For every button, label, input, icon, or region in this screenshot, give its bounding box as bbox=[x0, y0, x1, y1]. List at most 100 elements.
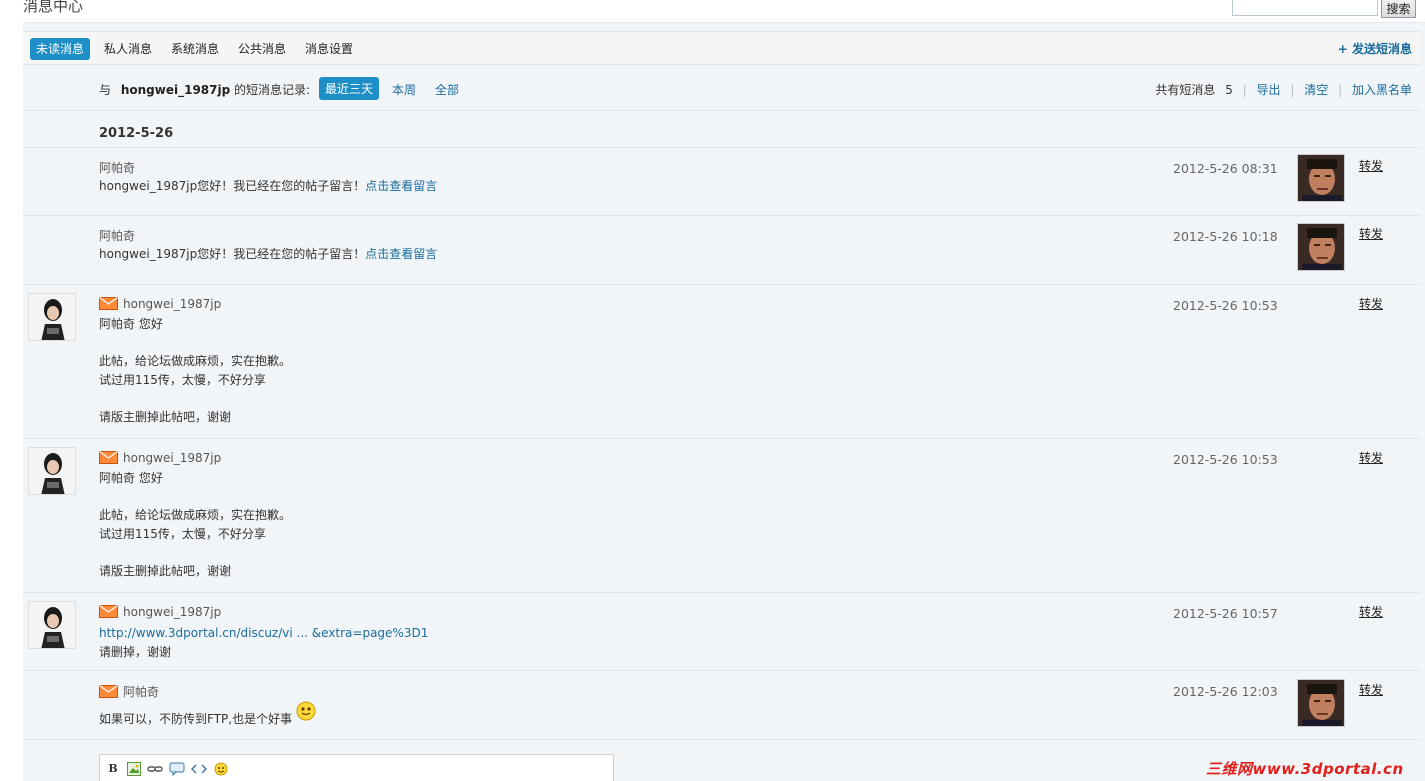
message-author: hongwei_1987jp bbox=[99, 451, 221, 465]
filter-prefix: 与 bbox=[99, 83, 112, 97]
envelope-icon bbox=[99, 685, 118, 698]
message-line: 此帖，给论坛做成麻烦，实在抱歉。 bbox=[99, 508, 292, 522]
message-body: http://www.3dportal.cn/discuz/vi ... &ex… bbox=[99, 624, 428, 661]
message-line: 请删掉，谢谢 bbox=[99, 644, 172, 659]
envelope-icon bbox=[99, 451, 118, 464]
message-time: 2012-5-26 10:53 bbox=[1173, 452, 1278, 467]
filter-actions: 共有短消息 5 | 导出 | 清空 | 加入黑名单 bbox=[1155, 83, 1412, 97]
message-body: 阿帕奇 您好 此帖，给论坛做成麻烦，实在抱歉。 试过用115传，太慢，不好分享 … bbox=[99, 315, 291, 426]
search-input[interactable] bbox=[1232, 0, 1378, 16]
top-bar: 消息中心 搜索 bbox=[0, 0, 1425, 22]
clear-link[interactable]: 清空 bbox=[1304, 83, 1328, 97]
bold-icon[interactable]: B bbox=[105, 762, 121, 776]
message-line: 此帖，给论坛做成麻烦，实在抱歉。 bbox=[99, 354, 292, 368]
envelope-icon bbox=[99, 297, 118, 310]
avatar-image bbox=[29, 448, 75, 494]
quote-icon[interactable] bbox=[169, 762, 185, 776]
tab-private[interactable]: 私人消息 bbox=[98, 38, 158, 60]
tab-settings[interactable]: 消息设置 bbox=[299, 38, 359, 60]
author-name: hongwei_1987jp bbox=[123, 451, 222, 465]
avatar-image bbox=[29, 294, 75, 340]
image-icon[interactable] bbox=[126, 762, 142, 776]
forward-link[interactable]: 转发 bbox=[1359, 603, 1383, 620]
message-time: 2012-5-26 10:18 bbox=[1173, 229, 1278, 244]
avatar-apache[interactable] bbox=[1297, 679, 1345, 727]
search-button[interactable]: 搜索 bbox=[1381, 0, 1416, 18]
forward-link[interactable]: 转发 bbox=[1359, 449, 1383, 466]
message-item: 阿帕奇 hongwei_1987jp您好！我已经在您的帖子留言！点击查看留言 2… bbox=[23, 149, 1420, 216]
smiley-icon[interactable] bbox=[213, 762, 229, 776]
author-name: hongwei_1987jp bbox=[123, 605, 222, 619]
avatar-apache[interactable] bbox=[1297, 154, 1345, 202]
message-line: 阿帕奇 您好 bbox=[99, 317, 163, 331]
message-line: 阿帕奇 您好 bbox=[99, 471, 163, 485]
avatar-hongwei[interactable] bbox=[28, 601, 76, 649]
author-name: 阿帕奇 bbox=[123, 685, 160, 699]
message-line: 请版主删掉此帖吧，谢谢 bbox=[99, 409, 232, 424]
message-item: hongwei_1987jp http://www.3dportal.cn/di… bbox=[23, 593, 1420, 671]
message-panel: 未读消息 私人消息 系统消息 公共消息 消息设置 + 发送短消息 与 hongw… bbox=[23, 22, 1425, 781]
filter-description: 与 hongwei_1987jp 的短消息记录: bbox=[99, 81, 310, 98]
avatar-hongwei[interactable] bbox=[28, 293, 76, 341]
avatar-image bbox=[29, 602, 75, 648]
filter-bar: 与 hongwei_1987jp 的短消息记录: 最近三天 本周 全部 共有短消… bbox=[23, 67, 1420, 111]
message-body: hongwei_1987jp您好！我已经在您的帖子留言！点击查看留言 bbox=[99, 177, 437, 196]
smiley-icon bbox=[296, 701, 316, 721]
view-comment-link[interactable]: 点击查看留言 bbox=[365, 247, 437, 261]
message-item: 阿帕奇 hongwei_1987jp您好！我已经在您的帖子留言！点击查看留言 2… bbox=[23, 216, 1420, 285]
forward-link[interactable]: 转发 bbox=[1359, 681, 1383, 698]
message-time: 2012-5-26 10:57 bbox=[1173, 606, 1278, 621]
forward-link[interactable]: 转发 bbox=[1359, 225, 1383, 242]
tab-public[interactable]: 公共消息 bbox=[232, 38, 292, 60]
tab-bar: 未读消息 私人消息 系统消息 公共消息 消息设置 + 发送短消息 bbox=[23, 31, 1420, 65]
avatar-apache[interactable] bbox=[1297, 223, 1345, 271]
date-heading: 2012-5-26 bbox=[99, 126, 174, 141]
export-link[interactable]: 导出 bbox=[1257, 83, 1281, 97]
message-count-label: 共有短消息 bbox=[1155, 83, 1216, 97]
message-time: 2012-5-26 08:31 bbox=[1173, 161, 1278, 176]
message-time: 2012-5-26 12:03 bbox=[1173, 684, 1278, 699]
forward-link[interactable]: 转发 bbox=[1359, 295, 1383, 312]
message-author: hongwei_1987jp bbox=[99, 297, 221, 311]
message-count: 5 bbox=[1225, 83, 1233, 97]
message-time: 2012-5-26 10:53 bbox=[1173, 298, 1278, 313]
message-author: hongwei_1987jp bbox=[99, 605, 221, 619]
message-text: hongwei_1987jp您好！我已经在您的帖子留言！ bbox=[99, 179, 366, 193]
filter-user: hongwei_1987jp bbox=[120, 83, 231, 97]
code-icon[interactable] bbox=[191, 762, 207, 776]
filter-last-three-days[interactable]: 最近三天 bbox=[319, 77, 380, 100]
filter-suffix: 的短消息记录: bbox=[234, 83, 311, 97]
tab-unread[interactable]: 未读消息 bbox=[30, 38, 91, 60]
link-icon[interactable] bbox=[147, 762, 163, 776]
site-watermark: 三维网www.3dportal.cn bbox=[1206, 760, 1404, 778]
message-author: 阿帕奇 bbox=[99, 229, 136, 243]
avatar-image bbox=[1298, 680, 1344, 726]
message-item: hongwei_1987jp 阿帕奇 您好 此帖，给论坛做成麻烦，实在抱歉。 试… bbox=[23, 439, 1420, 593]
forward-link[interactable]: 转发 bbox=[1359, 157, 1383, 174]
avatar-image bbox=[1298, 155, 1344, 201]
envelope-icon bbox=[99, 605, 118, 618]
thread-url-link[interactable]: http://www.3dportal.cn/discuz/vi ... &ex… bbox=[99, 626, 428, 640]
message-line: 请版主删掉此帖吧，谢谢 bbox=[99, 563, 232, 578]
message-text: 如果可以，不防传到FTP,也是个好事 bbox=[99, 712, 293, 726]
message-line: 试过用115传，太慢，不好分享 bbox=[99, 372, 266, 387]
message-text: hongwei_1987jp您好！我已经在您的帖子留言！ bbox=[99, 247, 366, 261]
message-body: 如果可以，不防传到FTP,也是个好事 bbox=[99, 701, 316, 729]
tab-system[interactable]: 系统消息 bbox=[165, 38, 225, 60]
date-heading-row: 2012-5-26 bbox=[23, 112, 1420, 148]
author-name: hongwei_1987jp bbox=[123, 297, 222, 311]
avatar-image bbox=[1298, 224, 1344, 270]
message-body: 阿帕奇 您好 此帖，给论坛做成麻烦，实在抱歉。 试过用115传，太慢，不好分享 … bbox=[99, 469, 291, 580]
message-item: 阿帕奇 如果可以，不防传到FTP,也是个好事 2012-5-26 12:03 转… bbox=[23, 671, 1420, 740]
filter-all[interactable]: 全部 bbox=[435, 81, 459, 98]
message-line: 试过用115传，太慢，不好分享 bbox=[99, 526, 266, 541]
send-message-link[interactable]: + 发送短消息 bbox=[1338, 40, 1412, 57]
blacklist-link[interactable]: 加入黑名单 bbox=[1352, 83, 1412, 97]
reply-editor[interactable]: B bbox=[99, 754, 614, 781]
filter-this-week[interactable]: 本周 bbox=[392, 81, 416, 98]
avatar-hongwei[interactable] bbox=[28, 447, 76, 495]
view-comment-link[interactable]: 点击查看留言 bbox=[365, 179, 437, 193]
page-title: 消息中心 bbox=[23, 0, 84, 15]
message-author: 阿帕奇 bbox=[99, 161, 136, 175]
message-body: hongwei_1987jp您好！我已经在您的帖子留言！点击查看留言 bbox=[99, 245, 437, 264]
